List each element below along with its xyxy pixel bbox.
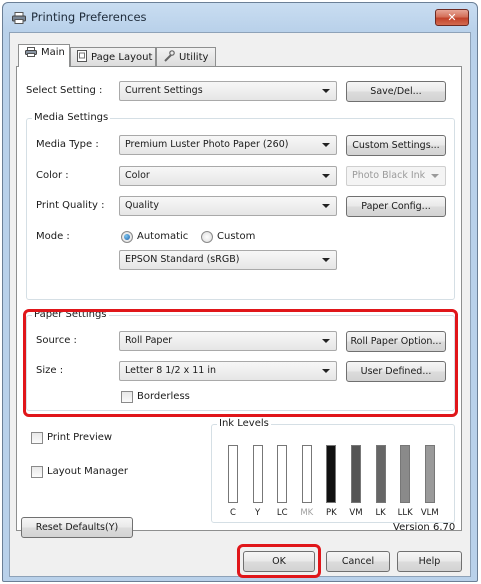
printer-icon [25,47,37,57]
ink-fill-lk [376,446,385,502]
mode-automatic-label[interactable]: Automatic [137,231,188,242]
cancel-button[interactable]: Cancel [326,551,390,572]
close-button[interactable]: ✕ [435,9,469,26]
page-layout-icon [77,50,87,62]
layout-manager-label[interactable]: Layout Manager [47,466,128,477]
ink-label-pk: PK [326,508,337,518]
mode-custom-radio[interactable] [201,231,213,243]
print-preview-checkbox[interactable] [31,432,43,444]
print-quality-dropdown[interactable]: Quality [119,196,337,216]
black-ink-value: Photo Black Ink [352,170,426,181]
chevron-down-icon [322,89,330,93]
tab-utility[interactable]: Utility [156,47,216,66]
print-quality-value: Quality [125,200,159,211]
ink-bar-mk [301,445,312,503]
ink-levels-display: C Y LC MK PK VM LK LLK VLM [224,437,454,519]
color-label: Color : [36,170,69,181]
ink-bar-y [252,445,263,503]
mode-profile-value: EPSON Standard (sRGB) [125,254,240,265]
layout-manager-checkbox[interactable] [31,466,43,478]
tab-page-layout-label: Page Layout [91,52,153,63]
color-dropdown[interactable]: Color [119,166,337,186]
chevron-down-icon [322,204,330,208]
ink-bar-llk [400,445,411,503]
ink-fill-vm [352,446,360,502]
mode-label: Mode : [36,231,70,242]
ink-bar-lk [375,445,386,503]
tab-page-layout[interactable]: Page Layout [70,47,156,66]
chevron-down-icon [322,143,330,147]
printer-icon [12,12,26,24]
paper-settings-highlight [23,309,458,417]
media-type-dropdown[interactable]: Premium Luster Photo Paper (260) [119,135,337,155]
ink-label-y: Y [254,508,261,518]
ink-label-c: C [230,508,236,518]
chevron-down-icon [322,174,330,178]
mode-profile-dropdown[interactable]: EPSON Standard (sRGB) [119,250,337,270]
main-tab-panel: Select Setting : Current Settings Save/D… [16,66,462,531]
mode-automatic-radio[interactable] [121,231,133,243]
ink-levels-title: Ink Levels [217,418,271,429]
ink-fill-pk [327,446,336,502]
select-setting-value: Current Settings [125,85,203,96]
ink-label-vlm: VLM [420,508,439,518]
tab-utility-label: Utility [179,52,209,63]
ink-label-llk: LLK [397,508,413,518]
window-title: Printing Preferences [31,10,147,24]
select-setting-label: Select Setting : [26,85,103,96]
chevron-down-icon [322,258,330,262]
media-type-label: Media Type : [36,139,99,150]
ok-button-highlight [237,544,321,578]
ink-label-vm: VM [349,508,363,518]
ink-bar-lc [277,445,288,503]
select-setting-dropdown[interactable]: Current Settings [119,81,337,101]
ink-bar-vm [351,445,361,503]
help-button[interactable]: Help [397,551,462,572]
black-ink-dropdown: Photo Black Ink [346,166,446,186]
media-settings-title: Media Settings [32,112,111,123]
wrench-icon [164,50,175,62]
save-del-button[interactable]: Save/Del... [346,81,446,102]
ink-label-mk: MK [300,508,314,518]
ink-bar-c [228,445,238,503]
paper-config-button[interactable]: Paper Config... [346,196,446,217]
tab-main-label: Main [41,47,65,58]
ink-bar-vlm [424,445,435,503]
ink-label-lk: LK [375,508,386,518]
dialog-client-area: Main Page Layout Utility Select Setting … [9,32,471,578]
chevron-down-icon [431,174,439,178]
ink-fill-llk [401,446,410,502]
ink-fill-vlm [425,446,434,502]
print-quality-label: Print Quality : [36,200,105,211]
tab-main[interactable]: Main [18,44,70,67]
ink-label-lc: LC [276,508,288,518]
ink-bar-pk [326,445,337,503]
version-label: Version 6.70 [393,522,456,533]
printing-preferences-window: Printing Preferences ✕ Main Page Layout [2,2,478,582]
title-bar[interactable]: Printing Preferences ✕ [3,3,477,33]
mode-custom-label[interactable]: Custom [217,231,255,242]
print-preview-label[interactable]: Print Preview [47,432,112,443]
media-type-value: Premium Luster Photo Paper (260) [125,139,289,150]
color-value: Color [125,170,150,181]
reset-defaults-button[interactable]: Reset Defaults(Y) [21,517,133,538]
custom-settings-button[interactable]: Custom Settings... [346,135,446,156]
